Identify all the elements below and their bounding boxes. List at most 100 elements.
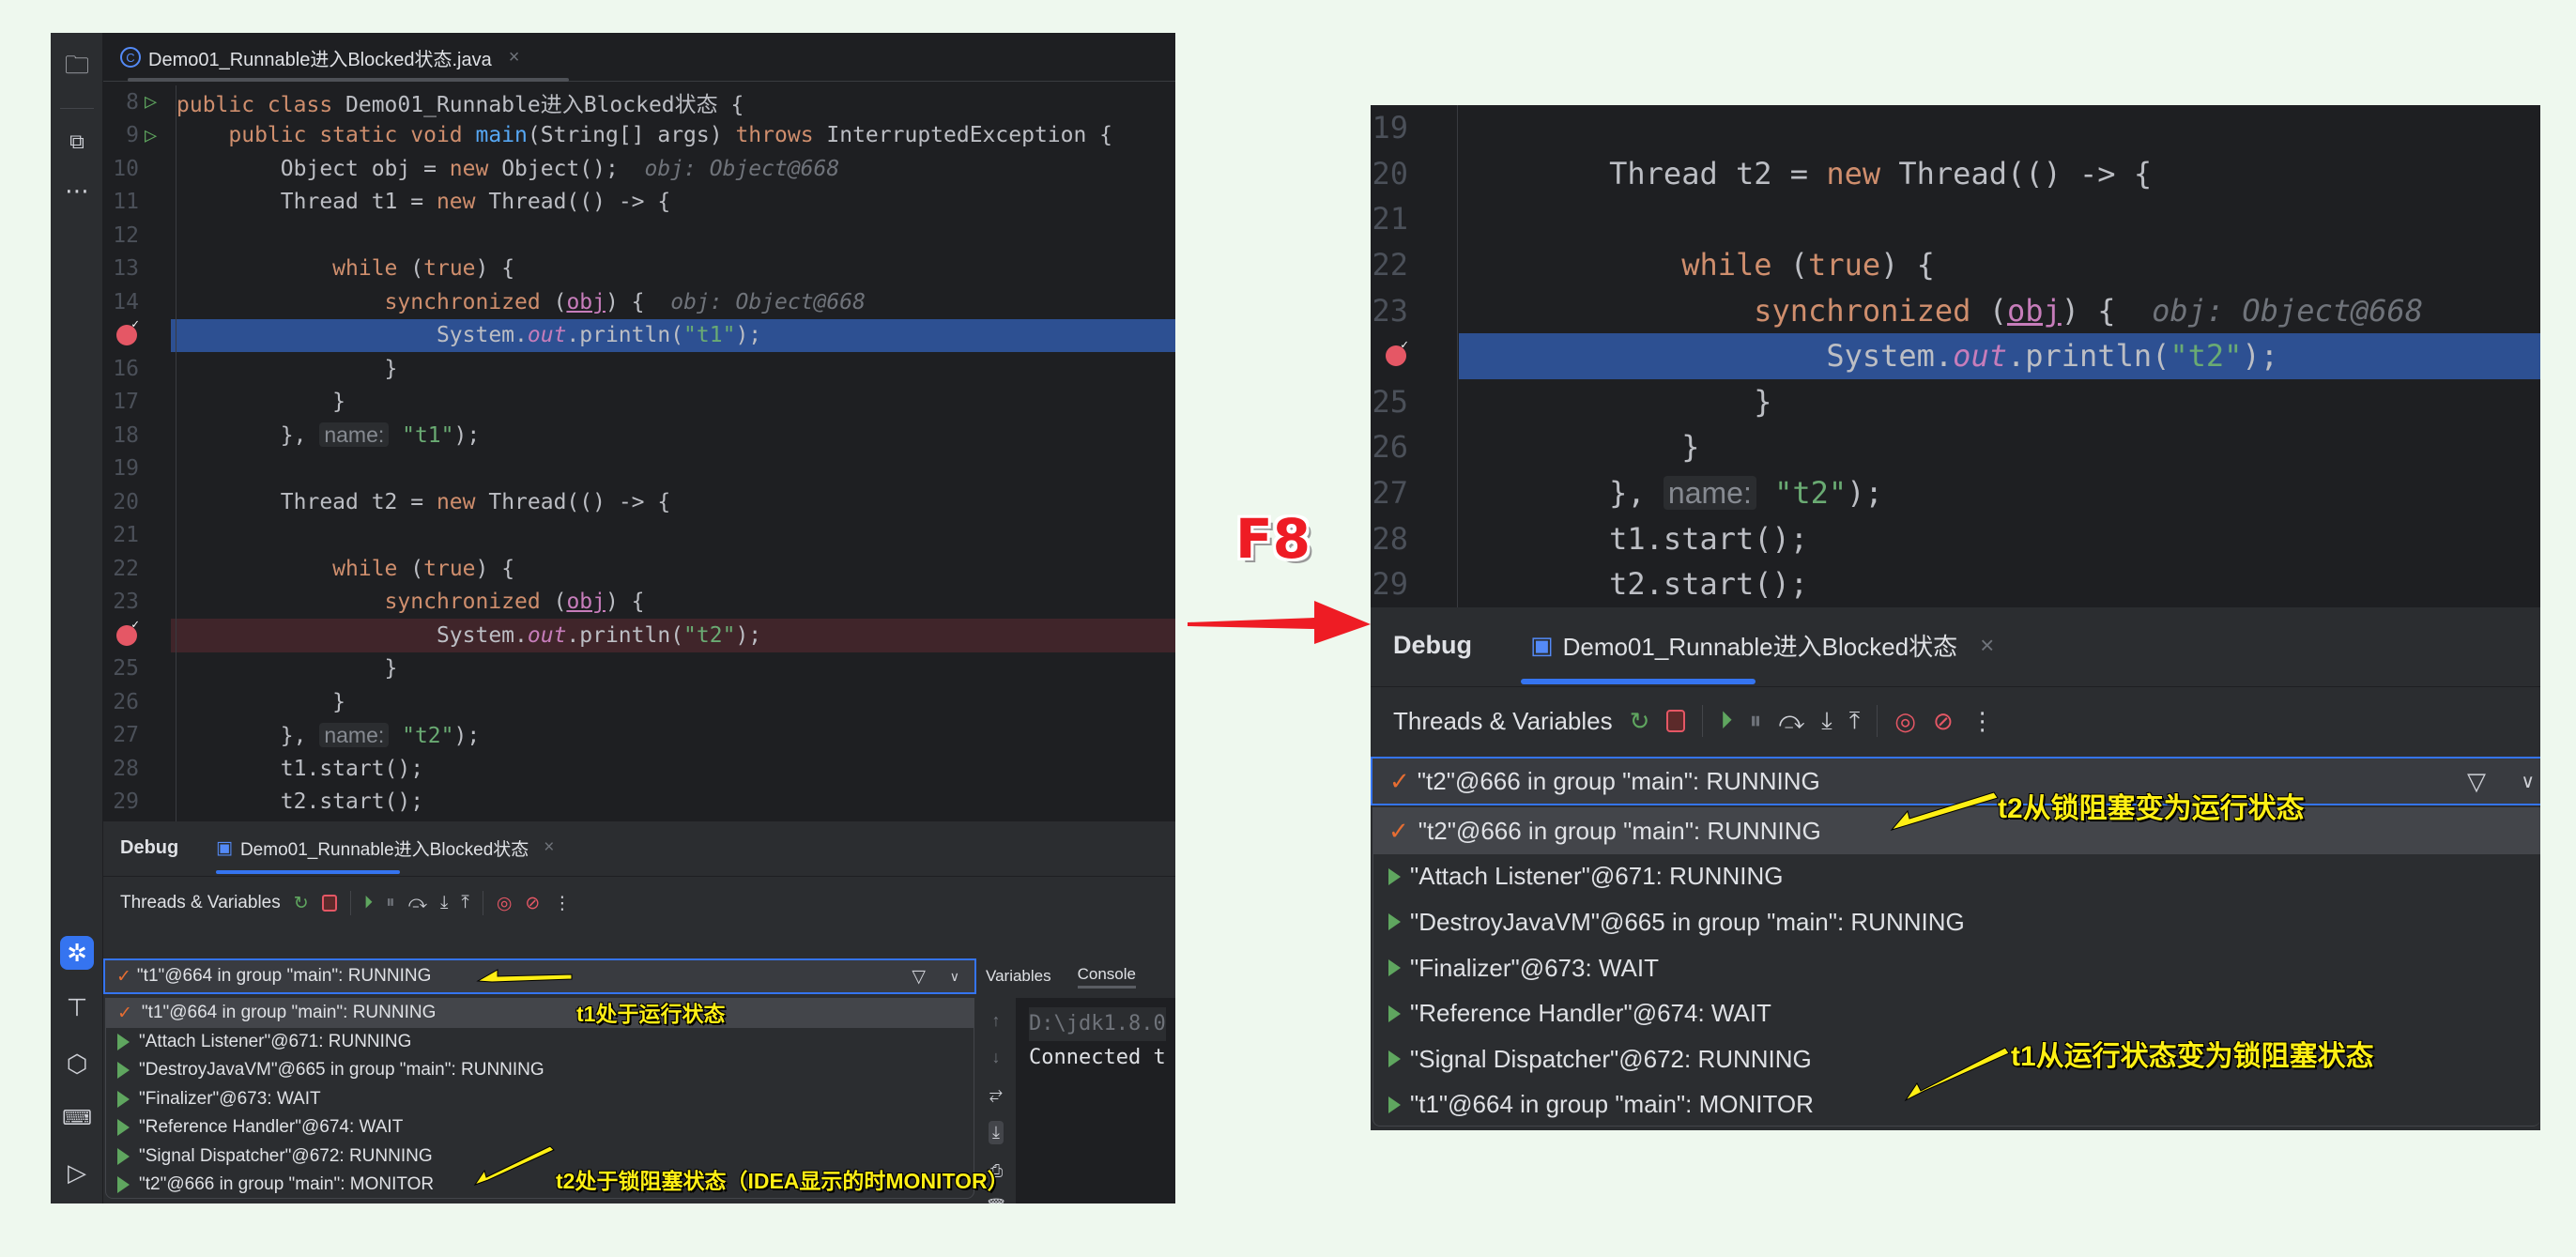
code-line[interactable]: 16 } xyxy=(103,352,1175,386)
code-line[interactable]: 14 synchronized (obj) { obj: Object@668 xyxy=(103,285,1175,319)
code-line[interactable]: 25 } xyxy=(1371,379,2540,425)
tab-variables[interactable]: Variables xyxy=(986,967,1051,986)
code-line[interactable]: 22 while (true) { xyxy=(103,552,1175,586)
run-icon[interactable]: ▷ xyxy=(60,1156,94,1189)
code-line[interactable]: 29 t2.start(); xyxy=(103,786,1175,820)
breakpoint-icon[interactable] xyxy=(116,317,139,346)
build-hammer-icon[interactable]: ⊤ xyxy=(60,990,94,1024)
thread-item[interactable]: "Reference Handler"@674: WAIT xyxy=(1373,990,2540,1036)
structure-icon[interactable]: ⧉ xyxy=(60,125,94,159)
code-line[interactable]: 23 synchronized (obj) { obj: Object@668 xyxy=(1371,287,2540,333)
step-into-icon[interactable]: ⤓ xyxy=(1821,706,1832,736)
step-into-icon[interactable]: ⤓ xyxy=(440,893,448,913)
code-line[interactable]: 20 Thread t2 = new Thread(() -> { xyxy=(1371,151,2540,197)
code-line[interactable]: 28 t1.start(); xyxy=(103,752,1175,786)
close-session-icon[interactable]: × xyxy=(544,837,554,858)
code-line[interactable]: 9 ▷ public static void main(String[] args… xyxy=(103,119,1175,153)
code-line[interactable]: 10 Object obj = new Object(); obj: Objec… xyxy=(103,152,1175,186)
project-folder-icon[interactable]: 🗀 xyxy=(60,51,94,85)
debug-session-tab[interactable]: ▣ Demo01_Runnable进入Blocked状态 × xyxy=(1530,607,1994,682)
down-arrow-icon[interactable]: ↓ xyxy=(992,1048,1001,1067)
thread-item[interactable]: "Finalizer"@673: WAIT xyxy=(1373,945,2540,991)
debug-bug-icon[interactable]: ✲ xyxy=(60,936,94,970)
close-session-icon[interactable]: × xyxy=(1980,631,1994,660)
chevron-down-icon[interactable]: ∨ xyxy=(2521,770,2535,793)
rerun-icon[interactable]: ↻ xyxy=(1630,707,1650,736)
code-line[interactable]: 28 t1.start(); xyxy=(1371,515,2540,561)
code-line[interactable]: 27 }, name: "t2"); xyxy=(1371,470,2540,516)
mute-breakpoints-icon[interactable]: ⊘ xyxy=(525,893,540,914)
view-breakpoints-icon[interactable]: ◎ xyxy=(1894,707,1916,736)
step-out-icon[interactable]: ⤒ xyxy=(461,893,468,913)
thread-item[interactable]: "Finalizer"@673: WAIT xyxy=(106,1085,974,1114)
tab-console[interactable]: Console xyxy=(1077,965,1136,989)
rerun-icon[interactable]: ↻ xyxy=(294,893,309,914)
code-line[interactable]: 18 }, name: "t1"); xyxy=(103,419,1175,452)
terminal-icon[interactable]: ⌨ xyxy=(60,1101,94,1135)
code-line[interactable]: System.out.println("t2"); xyxy=(103,618,1175,652)
soft-wrap-icon[interactable]: ⥂ xyxy=(989,1084,1003,1104)
resume-icon[interactable]: ⏵ xyxy=(1720,706,1732,736)
more-tools-icon[interactable]: ⋯ xyxy=(60,174,94,207)
pause-icon[interactable]: ⏸ xyxy=(386,893,395,913)
view-breakpoints-icon[interactable]: ◎ xyxy=(497,893,513,914)
thread-item[interactable]: "Attach Listener"@671: RUNNING xyxy=(1373,854,2540,900)
code-line[interactable]: System.out.println("t2"); xyxy=(1371,333,2540,379)
code-line[interactable]: 19 xyxy=(1371,105,2540,151)
mute-breakpoints-icon[interactable]: ⊘ xyxy=(1933,707,1954,736)
thread-item[interactable]: "t1"@664 in group "main": MONITOR xyxy=(1373,1082,2540,1128)
step-over-icon[interactable]: ⤼ xyxy=(1778,706,1804,736)
up-arrow-icon[interactable]: ↑ xyxy=(992,1011,1001,1031)
stop-icon[interactable] xyxy=(1666,710,1686,732)
code-line[interactable]: 21 xyxy=(103,519,1175,553)
code-line[interactable]: 19 xyxy=(103,452,1175,486)
services-icon[interactable]: ⬡ xyxy=(60,1047,94,1081)
console-output[interactable]: D:\jdk1.8.0 Connected t xyxy=(1016,998,1175,1203)
filter-icon[interactable]: ▽ xyxy=(2467,767,2486,796)
run-gutter-icon[interactable]: ▷ xyxy=(145,124,157,147)
thread-selector[interactable]: ✓ "t1"@664 in group "main": RUNNING ▽ ∨ xyxy=(103,958,976,994)
code-editor[interactable]: 8 ▷ public class Demo01_Runnable进入Blocked状… xyxy=(103,85,1175,853)
thread-item[interactable]: "DestroyJavaVM"@665 in group "main": RUN… xyxy=(106,1056,974,1085)
editor-tab[interactable]: C Demo01_Runnable进入Blocked状态.java × xyxy=(120,33,519,82)
code-line[interactable]: 8 ▷ public class Demo01_Runnable进入Blocked状… xyxy=(103,85,1175,119)
code-editor[interactable]: 19 20 Thread t2 = new Thread(() -> {21 22 … xyxy=(1371,105,2540,607)
resume-icon[interactable]: ⏵ xyxy=(364,893,374,913)
code-line[interactable]: 21 xyxy=(1371,196,2540,242)
thread-item[interactable]: ✓ "t1"@664 in group "main": RUNNING xyxy=(106,999,974,1028)
code-line[interactable]: 13 while (true) { xyxy=(103,253,1175,286)
clear-trash-icon[interactable]: 🗑 xyxy=(986,1198,1007,1203)
code-line[interactable]: 23 synchronized (obj) { xyxy=(103,586,1175,620)
breakpoint-icon[interactable] xyxy=(116,618,139,646)
step-over-icon[interactable]: ⤼ xyxy=(408,893,427,913)
code-line[interactable]: 29 t2.start(); xyxy=(1371,561,2540,607)
thread-selector[interactable]: ✓ "t2"@666 in group "main": RUNNING ▽ ∨ xyxy=(1371,757,2540,805)
code-line[interactable]: 17 } xyxy=(103,386,1175,420)
chevron-down-icon[interactable]: ∨ xyxy=(950,969,959,985)
more-options-icon[interactable]: ⋮ xyxy=(553,893,571,914)
code-line[interactable]: 11 Thread t1 = new Thread(() -> { xyxy=(103,186,1175,220)
step-out-icon[interactable]: ⤒ xyxy=(1849,706,1861,736)
filter-icon[interactable]: ▽ xyxy=(912,966,926,988)
code-line[interactable]: 22 while (true) { xyxy=(1371,242,2540,288)
thread-item[interactable]: "Reference Handler"@674: WAIT xyxy=(106,1113,974,1142)
code-line[interactable]: 27 }, name: "t2"); xyxy=(103,719,1175,753)
run-gutter-icon[interactable]: ▷ xyxy=(145,90,157,114)
pause-icon[interactable]: ⏸ xyxy=(1749,706,1761,736)
close-tab-icon[interactable]: × xyxy=(509,47,520,69)
debug-session-tab[interactable]: ▣ Demo01_Runnable进入Blocked状态 × xyxy=(216,821,554,874)
code-line[interactable]: 26 } xyxy=(103,685,1175,719)
thread-item[interactable]: "Attach Listener"@671: RUNNING xyxy=(106,1028,974,1057)
thread-item[interactable]: ✓ "t2"@666 in group "main": RUNNING xyxy=(1373,808,2540,854)
scroll-to-end-icon[interactable]: ⤓ xyxy=(989,1121,1004,1144)
stop-icon[interactable] xyxy=(321,895,337,912)
code-line[interactable]: System.out.println("t1"); xyxy=(103,317,1175,352)
code-line[interactable]: 26 } xyxy=(1371,424,2540,470)
more-options-icon[interactable]: ⋮ xyxy=(1970,707,1995,736)
breakpoint-icon[interactable] xyxy=(1386,338,1408,367)
code-line[interactable]: 12 xyxy=(103,219,1175,253)
code-line[interactable]: 20 Thread t2 = new Thread(() -> { xyxy=(103,485,1175,519)
thread-item[interactable]: "DestroyJavaVM"@665 in group "main": RUN… xyxy=(1373,899,2540,945)
tab-scrollbar[interactable] xyxy=(128,78,569,82)
code-line[interactable]: 25 } xyxy=(103,652,1175,686)
